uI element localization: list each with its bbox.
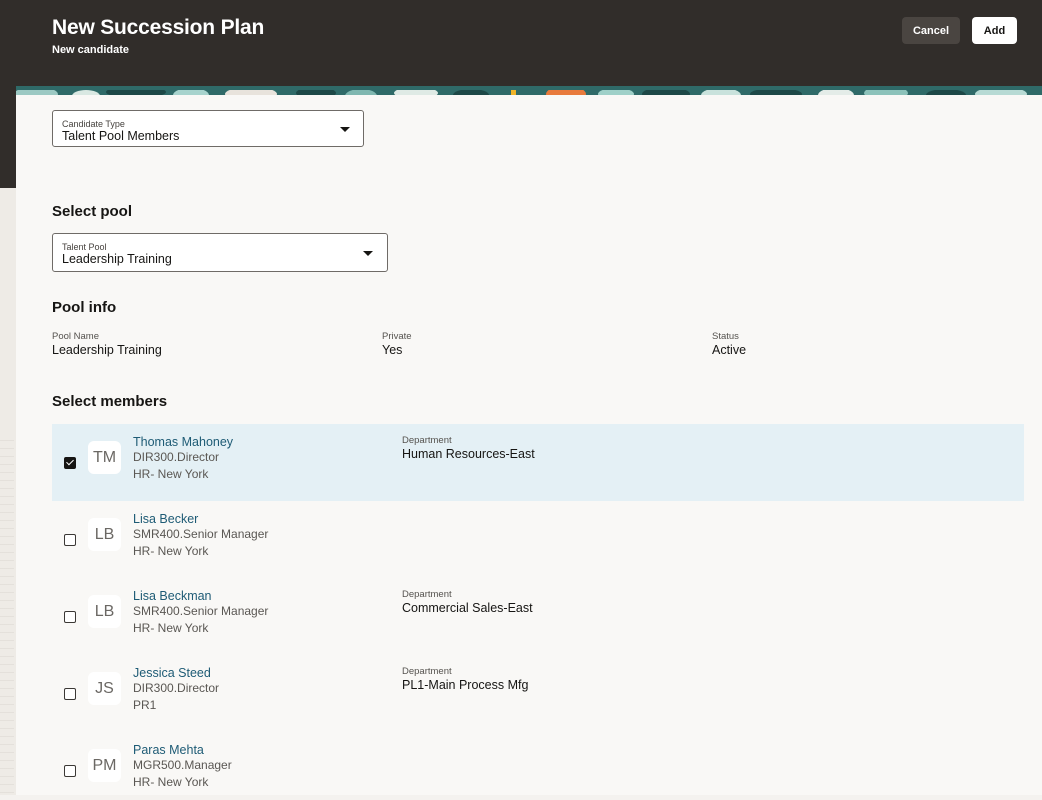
candidate-type-select[interactable]: Candidate Type Talent Pool Members [52, 110, 364, 147]
chevron-down-icon [363, 251, 373, 256]
talent-pool-select[interactable]: Talent Pool Leadership Training [52, 233, 388, 272]
candidate-type-value: Talent Pool Members [62, 129, 180, 143]
member-checkbox[interactable] [64, 457, 76, 469]
department-label: Department [402, 435, 452, 446]
add-button[interactable]: Add [972, 17, 1017, 44]
department-label: Department [402, 589, 452, 600]
cancel-button[interactable]: Cancel [902, 17, 960, 44]
member-job: MGR500.Manager [133, 758, 232, 772]
gutter-decoration [0, 440, 14, 800]
member-checkbox[interactable] [64, 611, 76, 623]
member-location: HR- New York [133, 621, 209, 635]
member-location: PR1 [133, 698, 157, 712]
member-row[interactable]: TM Thomas Mahoney DIR300.Director HR- Ne… [52, 424, 1024, 501]
member-job: DIR300.Director [133, 681, 220, 695]
select-pool-heading: Select pool [52, 203, 133, 220]
avatar: PM [88, 749, 121, 782]
member-job: DIR300.Director [133, 450, 220, 464]
avatar: LB [88, 595, 121, 628]
member-name-link[interactable]: Paras Mehta [133, 743, 204, 757]
pool-name-value: Leadership Training [52, 343, 162, 357]
private-label: Private [382, 331, 412, 342]
member-checkbox[interactable] [64, 765, 76, 777]
department-label: Department [402, 666, 452, 677]
select-members-heading: Select members [52, 393, 168, 410]
member-name-link[interactable]: Jessica Steed [133, 666, 211, 680]
talent-pool-value: Leadership Training [62, 252, 172, 266]
page-title: New Succession Plan [52, 16, 265, 39]
chevron-down-icon [340, 127, 350, 132]
member-row[interactable]: LB Lisa Becker SMR400.Senior Manager HR-… [52, 501, 1024, 578]
avatar: LB [88, 518, 121, 551]
member-row[interactable]: JS Jessica Steed DIR300.Director PR1 Dep… [52, 655, 1024, 732]
member-name-link[interactable]: Thomas Mahoney [133, 435, 233, 449]
candidate-type-label: Candidate Type [62, 119, 125, 129]
member-name-link[interactable]: Lisa Becker [133, 512, 198, 526]
private-value: Yes [382, 343, 403, 357]
member-location: HR- New York [133, 544, 209, 558]
avatar: JS [88, 672, 121, 705]
department-value: Commercial Sales-East [402, 601, 533, 615]
member-checkbox[interactable] [64, 688, 76, 700]
avatar: TM [88, 441, 121, 474]
status-label: Status [712, 331, 739, 342]
decorative-banner [16, 86, 1042, 95]
member-location: HR- New York [133, 467, 209, 481]
member-row[interactable]: PM Paras Mehta MGR500.Manager HR- New Yo… [52, 732, 1024, 795]
page-subtitle: New candidate [52, 44, 130, 56]
member-name-link[interactable]: Lisa Beckman [133, 589, 212, 603]
pool-info-heading: Pool info [52, 299, 117, 316]
talent-pool-label: Talent Pool [62, 242, 107, 252]
member-checkbox[interactable] [64, 534, 76, 546]
department-value: Human Resources-East [402, 447, 535, 461]
member-job: SMR400.Senior Manager [133, 604, 269, 618]
member-location: HR- New York [133, 775, 209, 789]
status-value: Active [712, 343, 747, 357]
pool-name-label: Pool Name [52, 331, 99, 342]
member-row[interactable]: LB Lisa Beckman SMR400.Senior Manager HR… [52, 578, 1024, 655]
member-job: SMR400.Senior Manager [133, 527, 269, 541]
department-value: PL1-Main Process Mfg [402, 678, 529, 692]
